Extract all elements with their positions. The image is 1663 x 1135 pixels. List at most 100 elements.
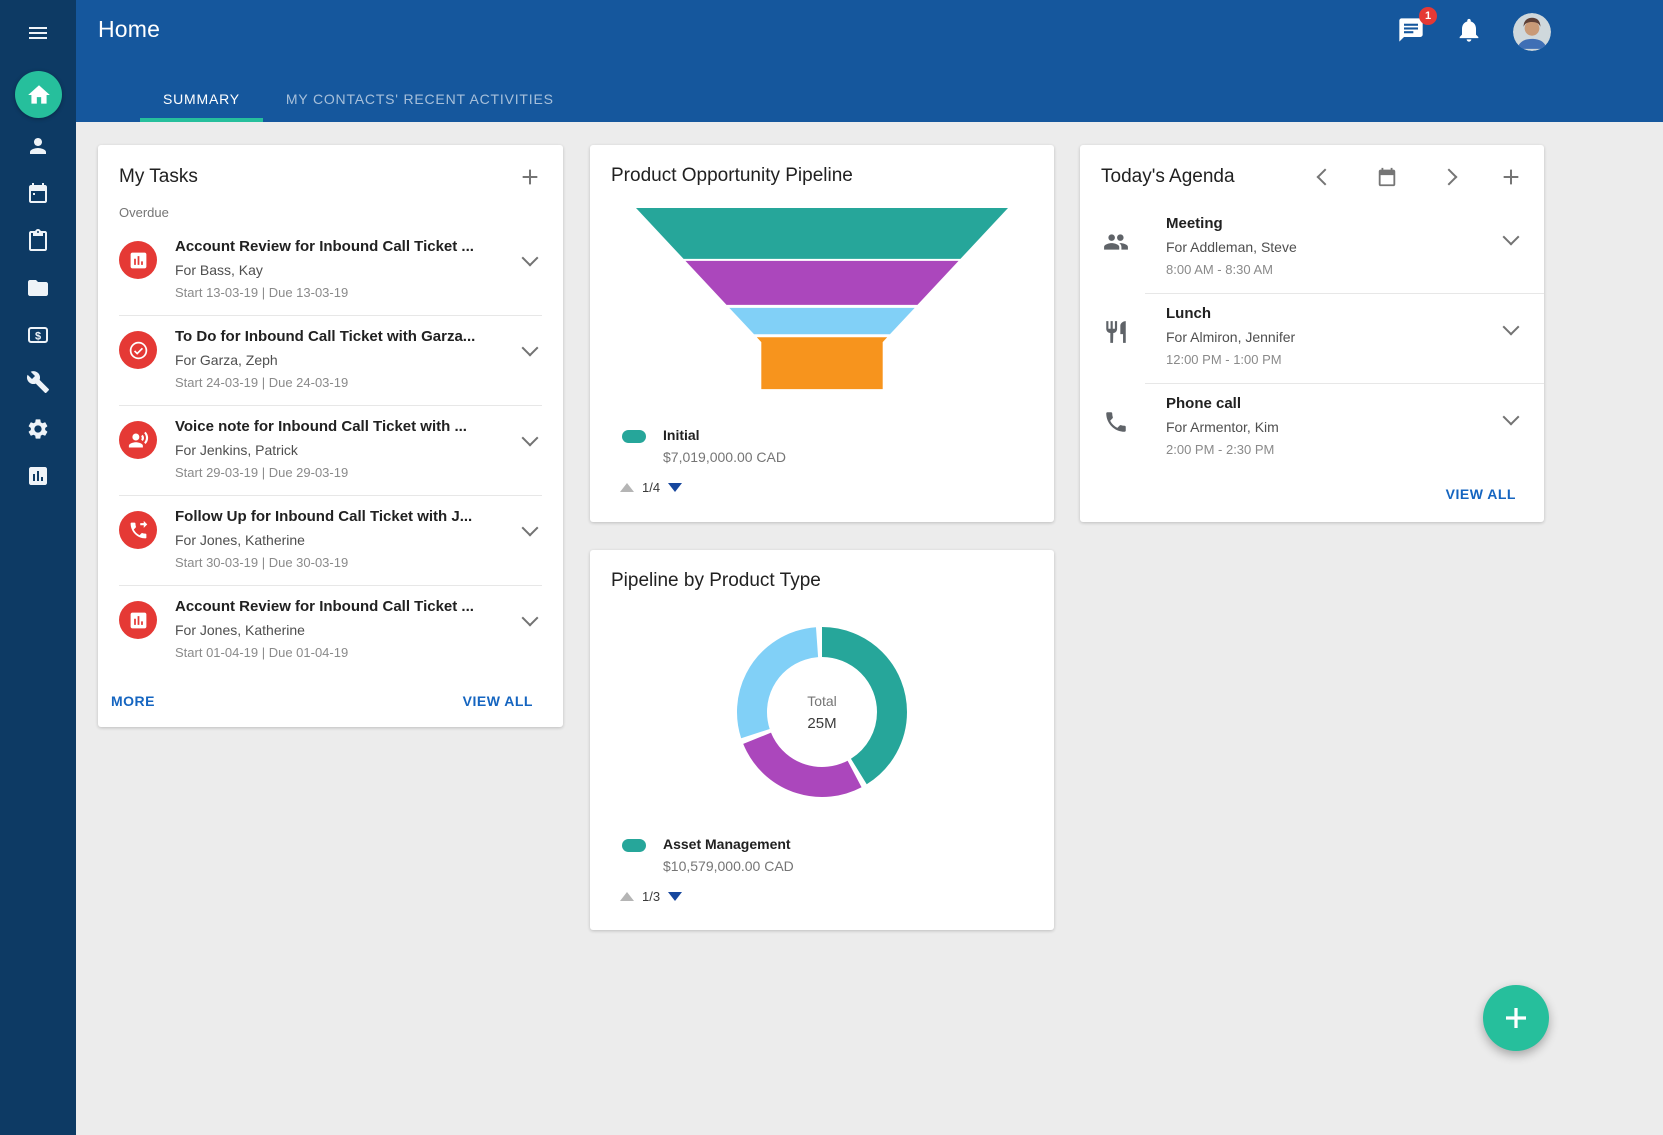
donut-card-title: Pipeline by Product Type [611,570,1033,592]
chevron-left-icon [1317,169,1334,186]
messages-badge: 1 [1419,7,1437,25]
task-row[interactable]: Account Review for Inbound Call Ticket .… [119,226,542,316]
chevron-down-icon[interactable] [1503,319,1520,336]
chevron-down-icon[interactable] [522,610,539,627]
view-all-agenda-button[interactable]: VIEW ALL [1446,486,1516,502]
donut-legend: Asset Management $10,579,000.00 CAD [622,836,1054,874]
folder-icon [26,276,50,300]
task-assignee: For Garza, Zeph [175,352,516,368]
sidebar-item-reports[interactable] [26,464,50,488]
agenda-time: 2:00 PM - 2:30 PM [1166,442,1497,457]
my-tasks-title: My Tasks [119,166,480,188]
task-group-label: Overdue [98,205,563,220]
legend-value: $10,579,000.00 CAD [663,858,794,874]
agenda-calendar-button[interactable] [1375,165,1399,189]
task-row[interactable]: Follow Up for Inbound Call Ticket with J… [119,496,542,586]
tab-recent-activities[interactable]: MY CONTACTS' RECENT ACTIVITIES [263,76,577,122]
sidebar-item-tools[interactable] [26,370,50,394]
chevron-down-icon[interactable] [1503,409,1520,426]
page-indicator: 1/3 [642,889,660,904]
legend-swatch [622,839,646,852]
opportunity-pipeline-card: Product Opportunity Pipeline Initial $7,… [590,145,1054,522]
agenda-next-button[interactable] [1437,165,1461,189]
chevron-down-icon[interactable] [522,430,539,447]
people-icon [1103,229,1129,255]
donut-pager: 1/3 [620,889,1054,904]
task-row[interactable]: To Do for Inbound Call Ticket with Garza… [119,316,542,406]
sidebar-item-documents[interactable] [26,276,50,300]
task-dates: Start 30-03-19 | Due 30-03-19 [175,555,516,570]
page-up-arrow[interactable] [620,892,634,901]
legend-value: $7,019,000.00 CAD [663,449,786,465]
top-bar: Home SUMMARY MY CONTACTS' RECENT ACTIVIT… [76,0,1663,122]
add-agenda-button[interactable] [1499,165,1523,189]
top-icons: 1 [1369,16,1551,51]
todays-agenda-card: Today's Agenda Meeting For Addleman, Ste… [1080,145,1544,522]
wrench-icon [26,370,50,394]
page-down-arrow[interactable] [668,483,682,492]
funnel-legend: Initial $7,019,000.00 CAD [622,427,1054,465]
page-down-arrow[interactable] [668,892,682,901]
calendar-icon [1376,166,1398,188]
gear-icon [26,417,50,441]
page-title: Home [98,16,160,43]
page-up-arrow[interactable] [620,483,634,492]
sidebar-item-home[interactable] [15,71,62,118]
legend-label: Initial [663,427,786,443]
calendar-icon [26,181,50,205]
tab-summary[interactable]: SUMMARY [140,76,263,122]
task-check-icon [119,331,157,369]
more-button[interactable]: MORE [111,693,155,709]
agenda-title: Today's Agenda [1101,166,1313,188]
money-icon: $ [26,323,50,347]
page-indicator: 1/4 [642,480,660,495]
task-dates: Start 01-04-19 | Due 01-04-19 [175,645,516,660]
avatar[interactable] [1513,13,1551,51]
plus-icon [1501,1003,1531,1033]
agenda-row[interactable]: Meeting For Addleman, Steve 8:00 AM - 8:… [1080,204,1544,294]
task-voice-icon [119,421,157,459]
task-title: To Do for Inbound Call Ticket with Garza… [175,328,516,345]
agenda-assignee: For Addleman, Steve [1166,239,1497,255]
messages-button[interactable]: 1 [1397,16,1427,46]
chevron-right-icon [1441,169,1458,186]
add-task-button[interactable] [518,165,542,189]
agenda-type: Phone call [1166,395,1497,412]
chevron-down-icon[interactable] [522,250,539,267]
chevron-down-icon[interactable] [522,520,539,537]
agenda-row[interactable]: Phone call For Armentor, Kim 2:00 PM - 2… [1080,384,1544,474]
tab-bar: SUMMARY MY CONTACTS' RECENT ACTIVITIES [140,76,577,122]
view-all-tasks-button[interactable]: VIEW ALL [463,693,533,709]
agenda-type: Lunch [1166,305,1497,322]
legend-swatch [622,430,646,443]
menu-icon[interactable] [26,21,50,45]
task-row[interactable]: Voice note for Inbound Call Ticket with … [119,406,542,496]
sidebar-item-quotes[interactable]: $ [26,323,50,347]
donut-center-label: Total 25M [722,612,922,812]
sidebar-item-settings[interactable] [26,417,50,441]
task-chart-icon [119,601,157,639]
task-title: Follow Up for Inbound Call Ticket with J… [175,508,516,525]
bar-chart-icon [26,464,50,488]
task-chart-icon [119,241,157,279]
sidebar-item-calendar[interactable] [26,181,50,205]
task-row[interactable]: Account Review for Inbound Call Ticket .… [119,586,542,676]
clipboard-icon [26,228,50,252]
sidebar: $ [0,0,76,1135]
agenda-assignee: For Almiron, Jennifer [1166,329,1497,345]
sidebar-item-contacts[interactable] [26,134,50,158]
bell-icon [1455,16,1483,44]
task-title: Account Review for Inbound Call Ticket .… [175,598,516,615]
restaurant-icon [1103,319,1129,345]
agenda-prev-button[interactable] [1313,165,1337,189]
task-dates: Start 24-03-19 | Due 24-03-19 [175,375,516,390]
pipeline-by-product-card: Pipeline by Product Type Total 25M Asset… [590,550,1054,930]
chevron-down-icon[interactable] [522,340,539,357]
notifications-button[interactable] [1455,16,1485,46]
sidebar-item-tasks[interactable] [26,228,50,252]
chevron-down-icon[interactable] [1503,229,1520,246]
donut-chart: Total 25M [722,612,922,812]
task-assignee: For Jones, Katherine [175,532,516,548]
agenda-row[interactable]: Lunch For Almiron, Jennifer 12:00 PM - 1… [1080,294,1544,384]
create-new-fab[interactable] [1483,985,1549,1051]
